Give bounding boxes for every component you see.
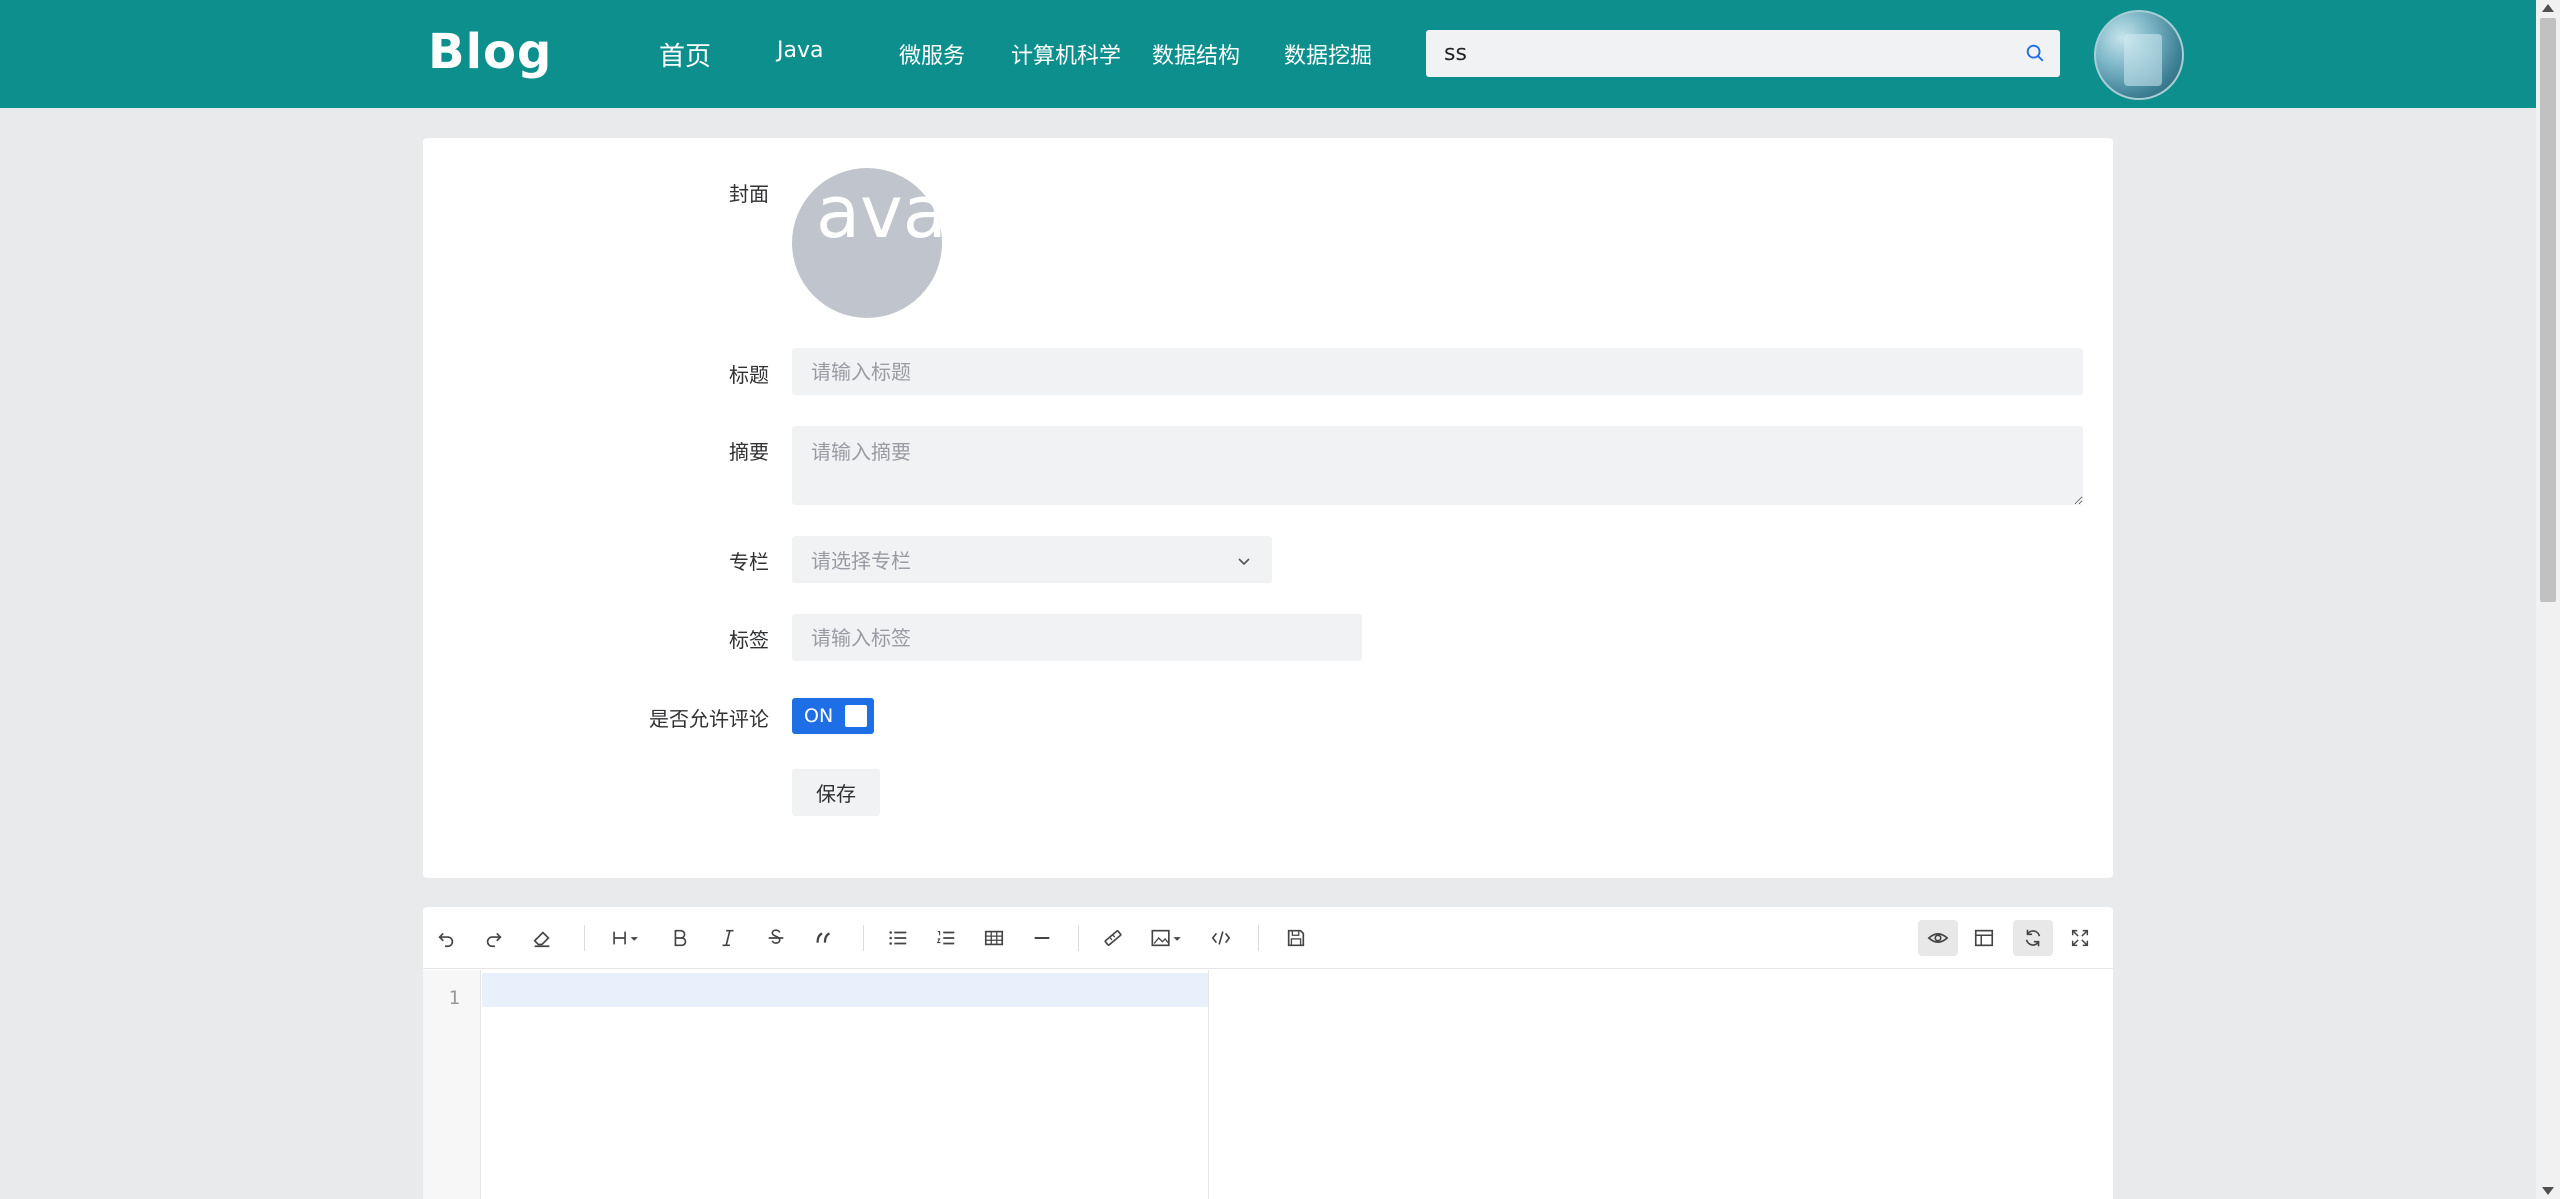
strikethrough-icon[interactable] xyxy=(758,920,794,956)
line-number-gutter: 1 xyxy=(423,970,481,1199)
tags-label: 标签 xyxy=(729,628,769,652)
toolbar-separator xyxy=(584,925,585,951)
toolbar-separator xyxy=(1258,925,1259,951)
toggle-knob xyxy=(845,705,867,727)
preview-icon[interactable] xyxy=(1918,920,1958,956)
image-icon[interactable] xyxy=(1143,920,1191,956)
nav-item-computer-science[interactable]: 计算机科学 xyxy=(1011,38,1121,70)
fullscreen-icon[interactable] xyxy=(2062,920,2098,956)
cover-label: 封面 xyxy=(729,182,769,206)
search-icon[interactable] xyxy=(2024,42,2046,64)
nav-item-data-mining[interactable]: 数据挖掘 xyxy=(1284,38,1372,70)
markdown-editor: 1 xyxy=(423,907,2113,1199)
undo-icon[interactable] xyxy=(428,920,464,956)
bold-icon[interactable] xyxy=(662,920,698,956)
sync-scroll-icon[interactable] xyxy=(2013,920,2053,956)
chevron-down-icon xyxy=(1236,550,1252,566)
save-icon[interactable] xyxy=(1278,920,1314,956)
table-icon[interactable] xyxy=(976,920,1012,956)
toolbar-separator xyxy=(863,925,864,951)
save-button[interactable]: 保存 xyxy=(792,769,880,816)
allow-comments-toggle[interactable]: ON xyxy=(792,698,874,734)
code-icon[interactable] xyxy=(1203,920,1239,956)
title-label: 标题 xyxy=(729,363,769,387)
unordered-list-icon[interactable] xyxy=(880,920,916,956)
search-box xyxy=(1426,30,2060,77)
markdown-preview-area xyxy=(1210,970,2113,1199)
heading-icon[interactable] xyxy=(603,920,649,956)
scroll-thumb[interactable] xyxy=(2540,18,2556,602)
toggle-state-text: ON xyxy=(804,705,834,727)
search-input[interactable] xyxy=(1444,30,2004,77)
quote-icon[interactable] xyxy=(806,920,842,956)
site-logo[interactable]: Blog xyxy=(428,24,552,80)
nav-item-data-structures[interactable]: 数据结构 xyxy=(1152,38,1240,70)
page-scrollbar[interactable] xyxy=(2536,0,2560,1199)
markdown-input-area[interactable] xyxy=(482,970,1209,1199)
nav-item-home[interactable]: 首页 xyxy=(659,36,711,73)
title-input[interactable] xyxy=(792,348,2083,395)
column-label: 专栏 xyxy=(729,550,769,574)
editor-toolbar xyxy=(423,907,2113,969)
scroll-down-arrow-icon[interactable] xyxy=(2542,1187,2554,1195)
column-select-placeholder: 请选择专栏 xyxy=(811,549,911,573)
scroll-up-arrow-icon[interactable] xyxy=(2542,4,2554,12)
horizontal-rule-icon[interactable] xyxy=(1024,920,1060,956)
ordered-list-icon[interactable] xyxy=(928,920,964,956)
eraser-icon[interactable] xyxy=(524,920,560,956)
summary-textarea[interactable] xyxy=(792,426,2083,505)
line-number: 1 xyxy=(448,987,460,1009)
html-preview-icon[interactable] xyxy=(1966,920,2002,956)
cover-upload[interactable]: ava xyxy=(792,168,942,318)
cover-placeholder-text: ava xyxy=(816,170,942,254)
redo-icon[interactable] xyxy=(476,920,512,956)
italic-icon[interactable] xyxy=(710,920,746,956)
toolbar-separator xyxy=(1078,925,1079,951)
tags-input[interactable] xyxy=(792,614,1362,661)
nav-item-microservices[interactable]: 微服务 xyxy=(899,38,965,70)
allow-comments-label: 是否允许评论 xyxy=(649,707,769,731)
article-form-card: 封面 ava 标题 摘要 专栏 请选择专栏 标签 是否允许评论 ON 保存 xyxy=(423,138,2113,878)
summary-label: 摘要 xyxy=(729,440,769,464)
column-select[interactable]: 请选择专栏 xyxy=(792,536,1272,583)
link-icon[interactable] xyxy=(1095,920,1131,956)
nav-item-java[interactable]: Java xyxy=(777,38,823,63)
user-avatar[interactable] xyxy=(2094,10,2184,100)
top-navbar: Blog 首页 Java 微服务 计算机科学 数据结构 数据挖掘 xyxy=(0,0,2536,108)
